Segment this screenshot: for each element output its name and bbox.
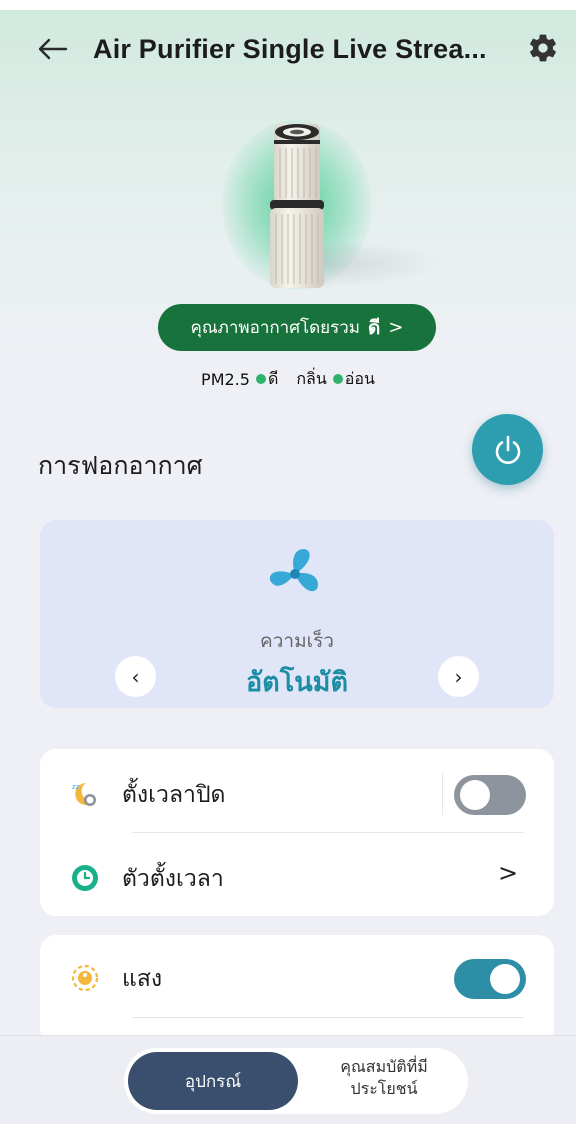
air-purifier-illustration — [270, 124, 324, 288]
segmented-control: อุปกรณ์ คุณสมบัติที่มี ประโยชน์ — [124, 1048, 468, 1114]
light-toggle[interactable] — [454, 959, 526, 999]
pm25-value: ดี — [267, 368, 279, 388]
tab-features[interactable]: คุณสมบัติที่มี ประโยชน์ — [304, 1056, 464, 1106]
status-dot-icon — [332, 374, 343, 384]
odor-label: กลิ่น — [296, 368, 327, 388]
purification-title: การฟอกอากาศ — [38, 451, 203, 480]
light-bulb-icon — [71, 964, 99, 992]
air-metrics-row: PM2.5 ดี กลิ่น อ่อน — [0, 366, 576, 392]
air-quality-pill[interactable]: คุณภาพอากาศโดยรวม ดี > — [158, 304, 436, 351]
gear-icon[interactable] — [527, 32, 559, 64]
light-label: แสง — [122, 966, 163, 992]
odor-value: อ่อน — [344, 368, 375, 388]
tab-device-label: อุปกรณ์ — [184, 1071, 242, 1092]
row-divider — [132, 1017, 524, 1018]
toggle-knob — [490, 964, 520, 994]
chevron-left-icon: ‹ — [131, 664, 140, 689]
chevron-right-icon: > — [388, 317, 404, 338]
fan-speed-card: ความเร็ว อัตโนมัติ ‹ › — [40, 520, 554, 708]
light-row: แสง — [40, 937, 554, 1017]
toggle-knob — [460, 780, 490, 810]
chevron-right-icon: > — [498, 859, 519, 887]
sleep-timer-row: zz ตั้งเวลาปิด — [40, 753, 554, 833]
light-settings-card: แสง — [40, 935, 554, 1045]
clock-icon — [72, 865, 98, 891]
speed-next-button[interactable]: › — [438, 656, 479, 697]
timer-row[interactable]: ตัวตั้งเวลา > — [40, 837, 554, 917]
timer-settings-card: zz ตั้งเวลาปิด ตัวตั้งเวลา > — [40, 749, 554, 916]
divider — [442, 773, 443, 815]
power-icon — [495, 435, 520, 464]
pm25-label: PM2.5 — [201, 369, 250, 389]
sleep-moon-icon: zz — [72, 783, 96, 806]
arrow-left-icon[interactable] — [36, 37, 68, 61]
row-divider — [132, 832, 524, 833]
bottom-tab-bar: อุปกรณ์ คุณสมบัติที่มี ประโยชน์ — [0, 1035, 576, 1124]
speed-label: ความเร็ว — [260, 630, 334, 652]
svg-text:zz: zz — [72, 783, 80, 791]
status-dot-icon — [255, 374, 266, 384]
air-quality-value: ดี — [368, 316, 381, 339]
device-image — [0, 90, 576, 300]
fan-icon — [269, 549, 318, 592]
air-quality-label: คุณภาพอากาศโดยรวม — [190, 318, 361, 338]
status-bar — [0, 0, 576, 10]
tab-features-label-line2: ประโยชน์ — [350, 1079, 418, 1098]
speed-prev-button[interactable]: ‹ — [115, 656, 156, 697]
sleep-timer-toggle[interactable] — [454, 775, 526, 815]
tab-device[interactable]: อุปกรณ์ — [128, 1052, 298, 1110]
tab-features-label-line1: คุณสมบัติที่มี — [340, 1057, 428, 1076]
page-title: Air Purifier Single Live Strea... — [93, 34, 487, 64]
timer-label: ตัวตั้งเวลา — [122, 866, 224, 892]
top-nav-bar: Air Purifier Single Live Strea... — [0, 10, 576, 90]
power-button[interactable] — [472, 414, 543, 485]
sleep-timer-label: ตั้งเวลาปิด — [122, 782, 226, 808]
chevron-right-icon: › — [454, 664, 463, 689]
